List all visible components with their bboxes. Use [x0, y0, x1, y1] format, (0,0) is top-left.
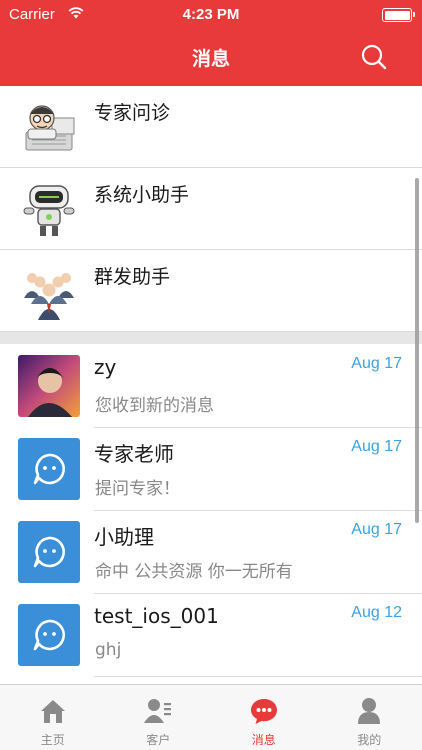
conversation-row[interactable]: zy Aug 17 您收到新的消息: [0, 345, 422, 428]
system-row-broadcast-assistant[interactable]: 群发助手: [0, 250, 422, 332]
vertical-scrollbar[interactable]: [415, 178, 419, 523]
conversation-row[interactable]: test_ios_001 Aug 12 ghj: [0, 594, 422, 677]
tab-customers[interactable]: 客户: [106, 685, 212, 750]
message-list[interactable]: 专家问诊 系统小助手 群发助手 zy Aug 17 您收到新的消息 专家老师 A…: [0, 86, 422, 684]
system-row-label: 群发助手: [94, 266, 171, 288]
conversation-preview: 您收到新的消息: [95, 396, 214, 416]
tab-messages[interactable]: 消息: [211, 685, 317, 750]
conversation-name: test_ios_001: [94, 604, 219, 628]
doctor-icon: [25, 105, 75, 151]
tab-bar: 主页 客户 消息 我的: [0, 684, 422, 750]
conversation-date: Aug 17: [351, 355, 402, 372]
tab-label: 客户: [146, 733, 171, 747]
tab-label: 消息: [251, 733, 276, 747]
conversation-preview: 命中 公共资源 你一无所有: [95, 562, 293, 582]
conversation-row[interactable]: 专家老师 Aug 17 提问专家！: [0, 428, 422, 511]
tab-home[interactable]: 主页: [0, 685, 106, 750]
navigation-bar: 消息: [0, 30, 422, 86]
conversation-name: zy: [94, 355, 117, 379]
conversation-name: 专家老师: [94, 442, 174, 466]
user-photo-avatar: [18, 355, 80, 417]
message-icon: [250, 699, 277, 724]
tab-label: 我的: [357, 733, 382, 747]
conversation-date: Aug 12: [351, 604, 402, 621]
conversation-date: Aug 17: [351, 521, 402, 538]
conversation-date: Aug 17: [351, 438, 402, 455]
conversation-name: 小助理: [94, 525, 154, 549]
chat-bubble-icon: [33, 619, 65, 651]
system-row-label: 专家问诊: [94, 102, 171, 124]
group-people-icon: [24, 273, 74, 320]
battery-icon: [382, 8, 415, 22]
home-icon: [40, 700, 65, 723]
section-separator: [0, 332, 422, 344]
system-row-expert-consult[interactable]: 专家问诊: [0, 86, 422, 168]
customers-icon: [144, 699, 172, 723]
tab-profile[interactable]: 我的: [317, 685, 422, 750]
tab-label: 主页: [40, 733, 65, 747]
row-divider: [94, 676, 422, 677]
robot-icon: [23, 185, 75, 236]
chat-bubble-icon: [33, 536, 65, 568]
search-icon[interactable]: [360, 43, 388, 71]
chat-bubble-avatar: [18, 438, 80, 500]
system-row-system-assistant[interactable]: 系统小助手: [0, 168, 422, 250]
chat-bubble-avatar: [18, 604, 80, 666]
conversation-row[interactable]: 小助理 Aug 17 命中 公共资源 你一无所有: [0, 511, 422, 594]
page-title: 消息: [191, 48, 230, 70]
clock: 4:23 PM: [182, 6, 240, 23]
chat-bubble-icon: [33, 453, 65, 485]
system-row-label: 系统小助手: [94, 184, 190, 206]
status-bar: Carrier 4:23 PM: [0, 0, 422, 30]
conversation-preview: 提问专家！: [95, 479, 180, 499]
profile-icon: [358, 698, 381, 724]
chat-bubble-avatar: [18, 521, 80, 583]
conversation-preview: ghj: [95, 640, 122, 660]
